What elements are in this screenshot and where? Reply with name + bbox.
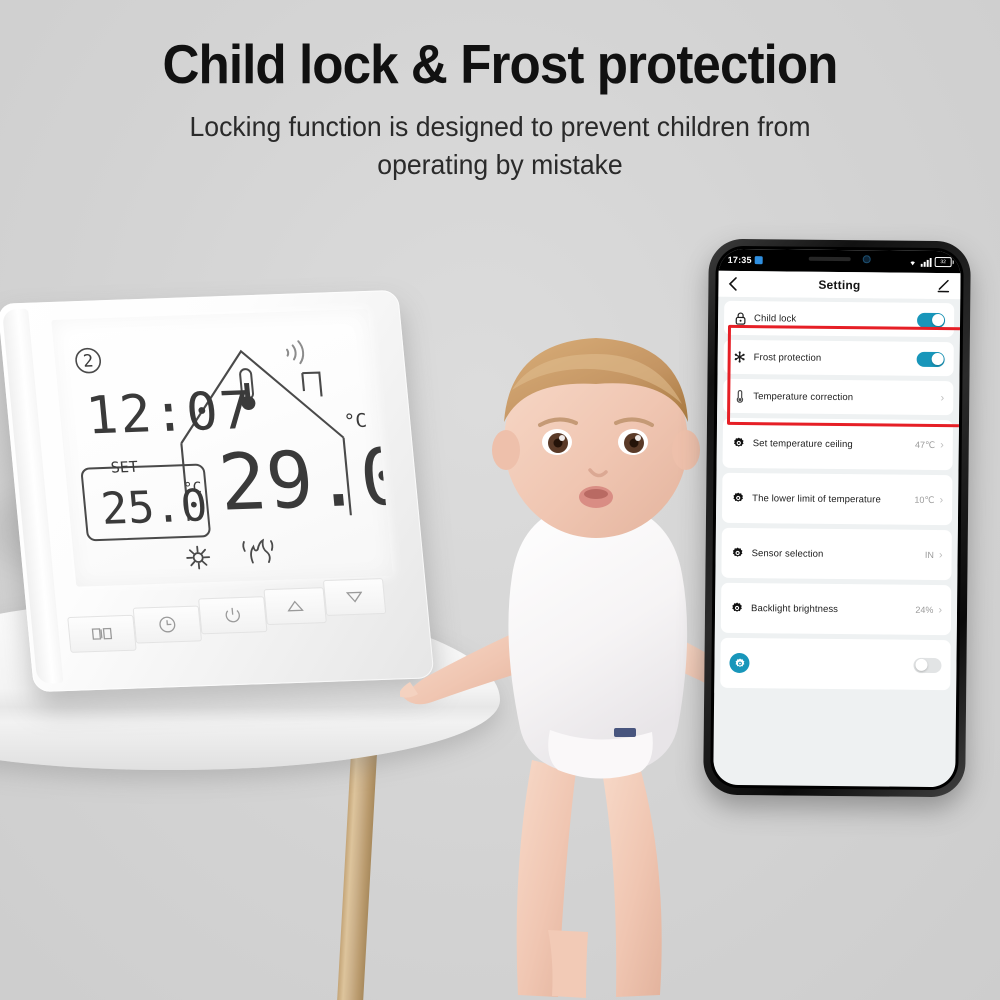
onesie-label: [614, 728, 636, 737]
lcd-graphics: 2 12:07 SET 25.0 °C 29.0 °C: [75, 340, 393, 570]
notch: [808, 255, 871, 264]
settings-row-frost-protection[interactable]: Frost protection: [723, 339, 954, 377]
status-bar: 17:35 32: [718, 248, 961, 274]
chevron-right-icon: ›: [938, 548, 943, 561]
settings-row-set-temperature-ceiling[interactable]: Set temperature ceiling 47℃ ›: [722, 417, 954, 471]
lock-icon: [733, 311, 747, 325]
chevron-right-icon: ›: [938, 603, 943, 616]
child-lock-toggle[interactable]: [917, 312, 946, 328]
settings-row-value: 47℃: [914, 439, 936, 450]
up-button[interactable]: [263, 587, 327, 626]
phone-bezel: 17:35 32 Setting Child lock Frost protec…: [710, 245, 964, 791]
power-button[interactable]: [198, 596, 268, 635]
advanced-setting-toggle[interactable]: [913, 657, 942, 673]
status-bar-time: 17:35: [727, 254, 752, 266]
settings-row-advanced-setting[interactable]: [720, 637, 951, 691]
edit-button[interactable]: [936, 279, 950, 293]
header: Child lock & Frost protection Locking fu…: [0, 0, 1000, 183]
gear-icon: [730, 602, 744, 614]
settings-row-label: Frost protection: [753, 351, 822, 364]
signal-icon: [920, 257, 932, 267]
settings-row-label: Sensor selection: [751, 547, 824, 560]
down-button[interactable]: [322, 578, 387, 617]
clock-button[interactable]: [132, 605, 203, 644]
heating-flame-icon: [242, 538, 274, 564]
status-bar-right: 32: [908, 257, 952, 268]
settings-row-label: Temperature correction: [753, 390, 854, 403]
chevron-right-icon: ›: [940, 391, 945, 404]
nav-title: Setting: [818, 277, 861, 293]
front-camera-icon: [862, 255, 871, 264]
settings-list[interactable]: Child lock Frost protection Temperature …: [714, 296, 961, 696]
chevron-right-icon: ›: [939, 493, 944, 506]
thermometer-icon: [732, 389, 746, 403]
smartphone: 17:35 32 Setting Child lock Frost protec…: [703, 238, 971, 798]
settings-row-label: Backlight brightness: [750, 602, 839, 615]
frost-protection-toggle[interactable]: [916, 351, 945, 367]
settings-row-value: IN: [924, 549, 934, 561]
power-icon: [225, 607, 240, 623]
sun-icon: [186, 545, 211, 570]
page-title: Child lock & Frost protection: [162, 33, 839, 95]
book-icon: [91, 627, 113, 640]
gear-icon: [732, 437, 746, 449]
settings-row-sensor-selection[interactable]: Sensor selection IN ›: [721, 527, 952, 581]
svg-text:2: 2: [82, 351, 94, 371]
settings-row-temperature-correction[interactable]: Temperature correction ›: [723, 378, 954, 416]
triangle-down-icon: [346, 591, 363, 603]
settings-row-label: Child lock: [754, 312, 797, 325]
gear-icon: [731, 547, 745, 559]
settings-row-child-lock[interactable]: Child lock: [723, 300, 955, 338]
chevron-left-icon: [728, 277, 737, 291]
lcd-mode-number: 2: [75, 347, 102, 374]
settings-row-value: 10℃: [914, 494, 935, 505]
settings-list-wrapper: Child lock Frost protection Temperature …: [713, 296, 961, 788]
thermostat-button-row: [65, 578, 411, 653]
triangle-up-icon: [287, 600, 304, 612]
app-badge-icon: [754, 256, 763, 265]
battery-icon: 32: [934, 257, 952, 268]
menu-book-button[interactable]: [67, 614, 137, 653]
settings-row-label: [756, 663, 913, 665]
lcd-set-label: SET: [110, 458, 139, 477]
nav-bar: Setting: [718, 270, 961, 300]
wifi-icon: [286, 340, 305, 365]
settings-row-value: 24%: [915, 604, 934, 616]
clock-icon: [159, 616, 176, 633]
settings-row-label: The lower limit of temperature: [752, 492, 881, 505]
settings-row-backlight-brightness[interactable]: Backlight brightness 24% ›: [720, 582, 952, 636]
baby-legs: [516, 760, 662, 998]
gear-icon: [731, 492, 745, 504]
scene-root: Child lock & Frost protection Locking fu…: [0, 0, 1000, 1000]
lcd-room-unit: °C: [343, 410, 368, 433]
pencil-edit-icon: [937, 279, 950, 293]
snowflake-icon: [733, 351, 747, 363]
baby-head: [492, 338, 700, 538]
lcd-clock: 12:07: [84, 381, 256, 447]
blue-gear-badge-icon: [729, 652, 750, 674]
baby-onesie: [508, 500, 688, 779]
thermostat-lcd-screen: 2 12:07 SET 25.0 °C 29.0 °C: [51, 308, 393, 587]
lcd-room-temperature: 29.0: [215, 433, 393, 529]
settings-row-label: Set temperature ceiling: [752, 437, 853, 450]
wall-thermostat: 2 12:07 SET 25.0 °C 29.0 °C: [0, 289, 435, 693]
page-subtitle: Locking function is designed to prevent …: [189, 110, 811, 180]
phone-screen: 17:35 32 Setting Child lock Frost protec…: [713, 248, 961, 788]
settings-row-lower-limit-of-temperature[interactable]: The lower limit of temperature 10℃ ›: [721, 472, 953, 526]
chevron-right-icon: ›: [940, 438, 944, 451]
table-leg: [336, 734, 378, 1000]
status-bar-left: 17:35: [728, 255, 763, 265]
wifi-icon: [910, 260, 915, 265]
back-button[interactable]: [728, 277, 737, 291]
lcd-set-unit: °C: [183, 479, 203, 498]
earpiece-speaker-icon: [808, 256, 851, 262]
